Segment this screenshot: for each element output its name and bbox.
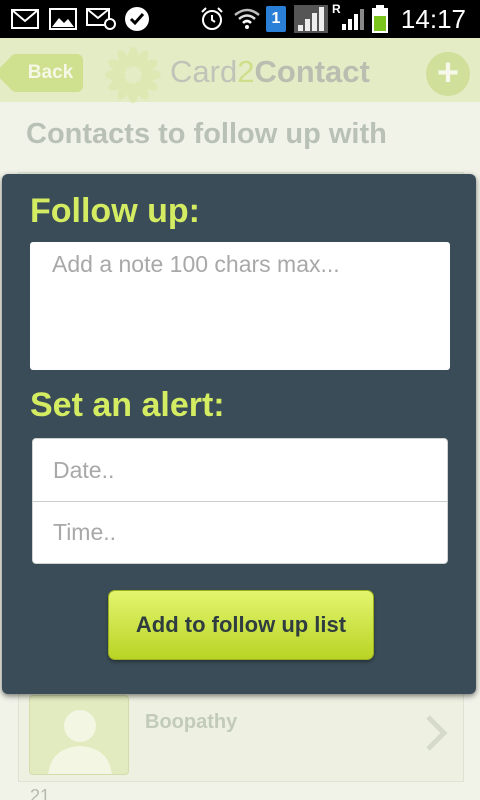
follow-up-dialog: Follow up: Set an alert: Add to follow u… — [2, 174, 476, 694]
logo-part-contact: Contact — [254, 54, 370, 89]
page-title: Contacts to follow up with — [26, 118, 387, 150]
back-button-label: Back — [27, 62, 74, 83]
alert-fields — [32, 438, 448, 564]
add-to-follow-up-button[interactable]: Add to follow up list — [108, 590, 374, 660]
sim-slot-label: 1 — [266, 6, 286, 32]
signal-icon — [294, 5, 328, 33]
clock: 14:17 — [400, 4, 466, 34]
email-alert-icon — [86, 7, 116, 31]
logo-part-card: Card — [170, 54, 238, 89]
back-button[interactable]: Back — [10, 54, 83, 92]
chevron-right-icon — [423, 713, 449, 763]
status-bar: 1 R 14:17 — [0, 0, 480, 38]
logo-part-2: 2 — [237, 54, 255, 89]
check-app-icon — [122, 7, 152, 31]
date-field[interactable] — [33, 439, 447, 501]
alert-title: Set an alert: — [30, 386, 225, 424]
person-placeholder-icon — [48, 710, 112, 774]
app-logo-text: Card2Contact — [170, 54, 370, 90]
list-item[interactable]: Boopathy — [18, 690, 464, 782]
contact-name: Boopathy — [145, 711, 238, 733]
email-icon — [10, 7, 40, 31]
battery-icon — [370, 5, 390, 33]
list-item-number: 21 — [30, 786, 51, 800]
note-input[interactable] — [30, 242, 450, 370]
sim-icon: 1 — [264, 6, 288, 32]
add-contact-button[interactable]: + — [426, 52, 470, 96]
time-field[interactable] — [33, 501, 447, 563]
app-bar: Back Card2Contact + — [0, 38, 480, 103]
flower-logo-icon — [104, 46, 162, 109]
wifi-icon — [232, 7, 262, 31]
gallery-icon — [48, 7, 78, 31]
signal-bars-icon — [340, 7, 366, 31]
follow-up-title: Follow up: — [30, 192, 200, 230]
avatar — [29, 695, 129, 775]
alarm-icon — [198, 7, 226, 31]
